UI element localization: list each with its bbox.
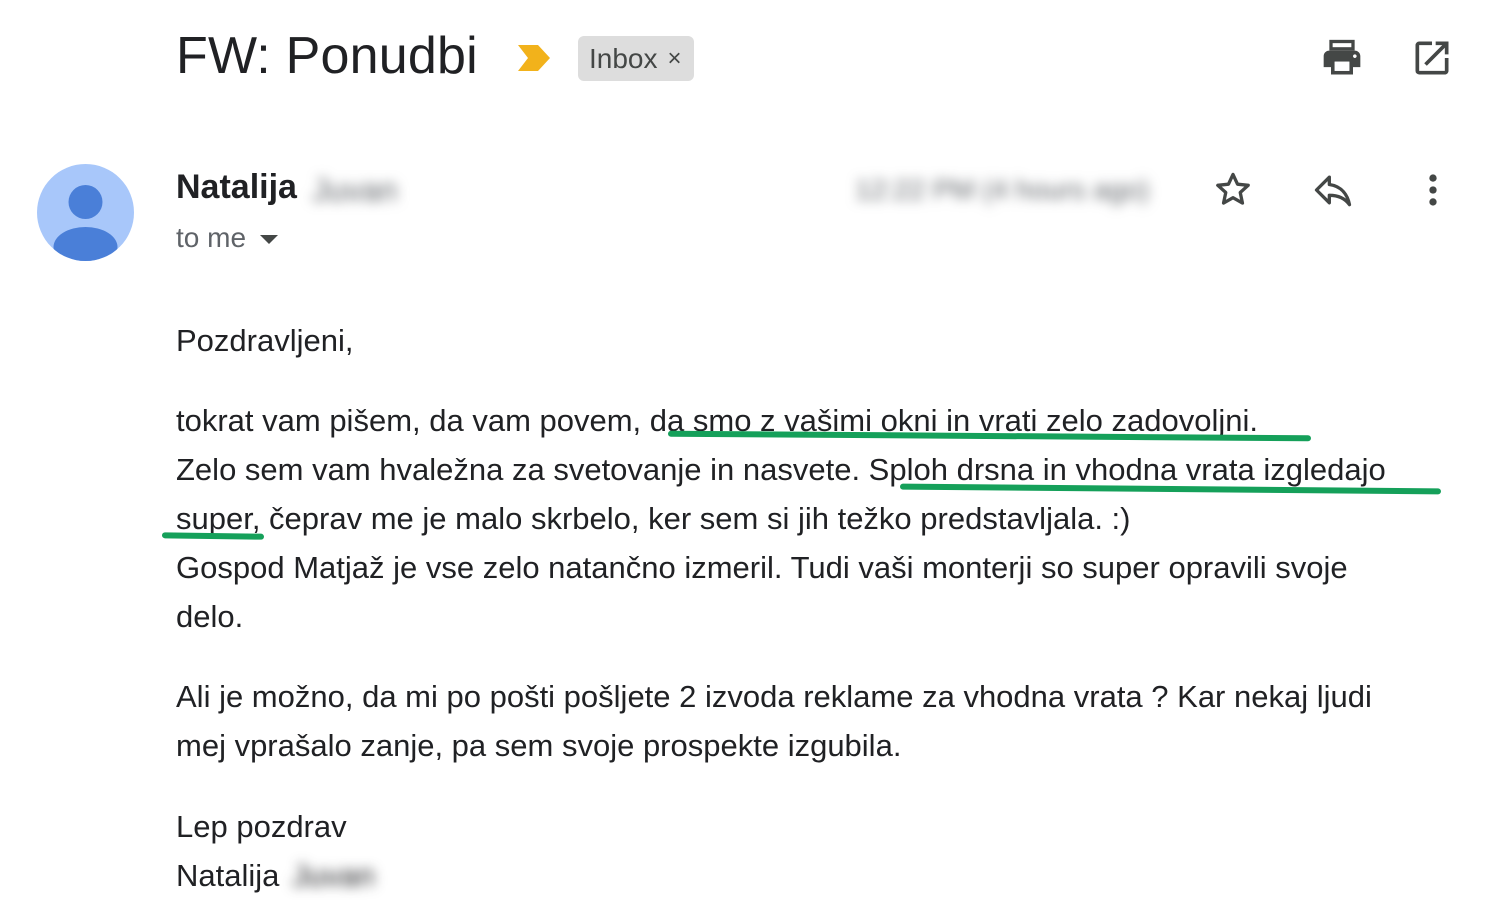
importance-marker-icon[interactable] xyxy=(516,43,552,73)
body-line: Ali je možno, da mi po pošti pošljete 2 … xyxy=(176,679,1372,714)
email-subject: FW: Ponudbi xyxy=(176,27,478,85)
avatar[interactable] xyxy=(37,164,134,261)
remove-label-icon[interactable]: × xyxy=(668,45,682,73)
email-greeting: Pozdravljeni, xyxy=(176,323,354,358)
closing-line: Lep pozdrav xyxy=(176,809,347,844)
signature-surname-redacted: Juvan xyxy=(292,858,375,893)
recipient-details-toggle[interactable]: to me xyxy=(176,220,279,256)
sender-surname-redacted: Juvan xyxy=(312,172,398,208)
reply-icon[interactable] xyxy=(1309,166,1357,214)
body-line: delo. xyxy=(176,599,244,634)
email-view: FW: Ponudbi Inbox × Natalija Juvan 12:22… xyxy=(0,0,1507,917)
label-chip-inbox[interactable]: Inbox × xyxy=(578,36,694,81)
message-timestamp: 12:22 PM (4 hours ago) xyxy=(855,174,1150,205)
open-in-new-window-icon[interactable] xyxy=(1408,34,1456,82)
body-line: mej vprašalo zanje, pa sem svoje prospek… xyxy=(176,728,902,763)
recipient-label: to me xyxy=(176,222,247,253)
sender-name[interactable]: Natalija xyxy=(176,167,297,207)
chevron-down-icon xyxy=(260,234,279,244)
more-vert-icon[interactable] xyxy=(1409,166,1457,214)
star-icon[interactable] xyxy=(1209,166,1257,214)
signature-name: Natalija xyxy=(176,858,280,893)
body-line: super, čeprav me je malo skrbelo, ker se… xyxy=(176,501,1131,536)
body-line: Gospod Matjaž je vse zelo natančno izmer… xyxy=(176,550,1348,585)
print-icon[interactable] xyxy=(1318,34,1366,82)
label-chip-text: Inbox xyxy=(589,42,658,74)
